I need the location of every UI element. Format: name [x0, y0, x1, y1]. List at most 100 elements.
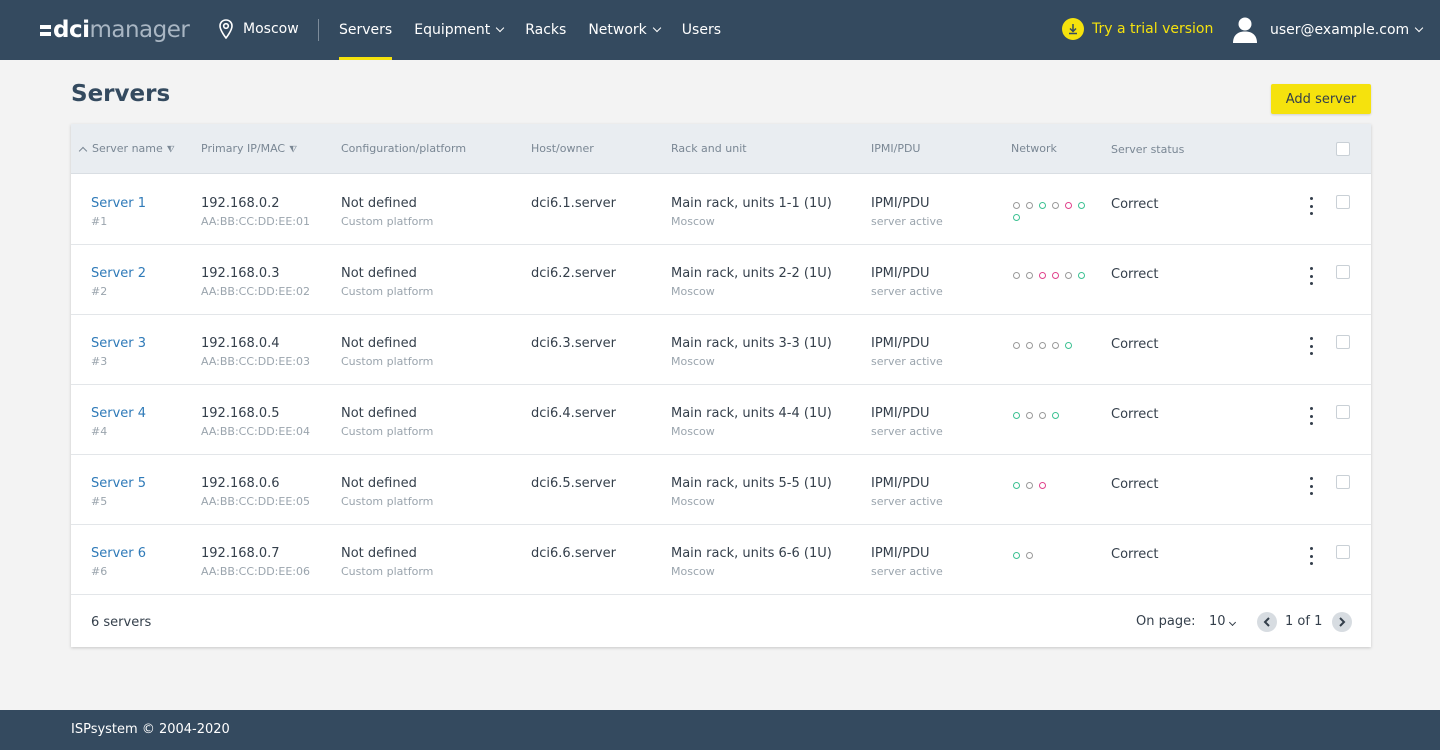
table-row[interactable]: Server 4 #4 192.168.0.5 AA:BB:CC:DD:EE:04 No…: [71, 385, 1371, 455]
server-name-link[interactable]: Server 5: [91, 475, 146, 493]
select-all-checkbox[interactable]: [1336, 142, 1350, 156]
column-host[interactable]: Host/owner: [531, 142, 594, 155]
row-menu-icon[interactable]: [1308, 337, 1314, 355]
ip-address: 192.168.0.4: [201, 336, 280, 351]
port-status-icon[interactable]: [1052, 272, 1059, 279]
table-row[interactable]: Server 6 #6 192.168.0.7 AA:BB:CC:DD:EE:06 No…: [71, 525, 1371, 595]
column-server-name[interactable]: Server name ⧨: [78, 142, 175, 156]
user-menu[interactable]: user@example.com: [1232, 16, 1424, 43]
add-server-button[interactable]: Add server: [1271, 84, 1371, 114]
user-avatar-icon: [1233, 17, 1257, 43]
column-rack[interactable]: Rack and unit: [671, 142, 747, 155]
server-status: Correct: [1111, 407, 1159, 422]
port-status-icon[interactable]: [1065, 342, 1072, 349]
port-status-icon[interactable]: [1013, 412, 1020, 419]
nav-users[interactable]: Users: [682, 0, 721, 60]
ip-address: 192.168.0.7: [201, 546, 280, 561]
trial-link[interactable]: Try a trial version: [1062, 18, 1213, 40]
port-status-icon[interactable]: [1052, 412, 1059, 419]
filter-icon[interactable]: ⧨: [167, 145, 175, 155]
port-status-icon[interactable]: [1065, 272, 1072, 279]
port-status-icon[interactable]: [1026, 412, 1033, 419]
port-status-icon[interactable]: [1052, 342, 1059, 349]
column-status[interactable]: Server status: [1111, 143, 1184, 156]
nav-racks[interactable]: Racks: [525, 0, 566, 60]
server-status: Correct: [1111, 547, 1159, 562]
port-status-icon[interactable]: [1026, 482, 1033, 489]
server-name-link[interactable]: Server 2: [91, 265, 146, 283]
platform: Custom platform: [341, 425, 434, 438]
row-checkbox[interactable]: [1336, 405, 1350, 419]
prev-page-button[interactable]: [1257, 612, 1277, 632]
nav-servers[interactable]: Servers: [339, 0, 393, 60]
port-status-icon[interactable]: [1039, 272, 1046, 279]
nav-equipment[interactable]: Equipment: [414, 0, 505, 60]
row-menu-icon[interactable]: [1308, 407, 1314, 425]
row-checkbox[interactable]: [1336, 545, 1350, 559]
config-cell: Not defined Custom platform: [341, 405, 433, 439]
port-status-icon[interactable]: [1039, 202, 1046, 209]
port-status-icon[interactable]: [1026, 552, 1033, 559]
port-status-icon[interactable]: [1039, 342, 1046, 349]
status-cell: Correct: [1111, 196, 1158, 214]
port-status-icon[interactable]: [1039, 412, 1046, 419]
row-checkbox[interactable]: [1336, 335, 1350, 349]
row-menu-icon[interactable]: [1308, 197, 1314, 215]
server-id: #5: [91, 495, 108, 508]
row-menu-icon[interactable]: [1308, 477, 1314, 495]
row-checkbox[interactable]: [1336, 195, 1350, 209]
table-row[interactable]: Server 3 #3 192.168.0.4 AA:BB:CC:DD:EE:03 No…: [71, 315, 1371, 385]
row-menu-icon[interactable]: [1308, 267, 1314, 285]
per-page-select[interactable]: 10: [1209, 614, 1236, 629]
table-row[interactable]: Server 1 #1 192.168.0.2 AA:BB:CC:DD:EE:01 No…: [71, 175, 1371, 245]
port-status-icon[interactable]: [1026, 202, 1033, 209]
server-name-link[interactable]: Server 3: [91, 335, 146, 353]
nav-network[interactable]: Network: [588, 0, 662, 60]
port-status-icon[interactable]: [1026, 272, 1033, 279]
port-status-icon[interactable]: [1026, 342, 1033, 349]
network-ports: [1013, 482, 1093, 489]
row-checkbox[interactable]: [1336, 475, 1350, 489]
ip-cell: 192.168.0.4 AA:BB:CC:DD:EE:03: [201, 335, 310, 369]
row-checkbox[interactable]: [1336, 265, 1350, 279]
table-footer: 6 servers On page: 10 1 of 1: [71, 596, 1371, 647]
port-status-icon[interactable]: [1065, 202, 1072, 209]
host-name: dci6.6.server: [531, 546, 616, 561]
column-ipmi[interactable]: IPMI/PDU: [871, 142, 920, 155]
config-cell: Not defined Custom platform: [341, 195, 433, 229]
status-cell: Correct: [1111, 476, 1158, 494]
port-status-icon[interactable]: [1039, 482, 1046, 489]
ipmi-label: IPMI/PDU: [871, 546, 930, 561]
network-ports: [1013, 202, 1093, 221]
column-configuration[interactable]: Configuration/platform: [341, 142, 466, 155]
host-name: dci6.3.server: [531, 336, 616, 351]
logo[interactable]: dci manager: [40, 17, 190, 43]
table-row[interactable]: Server 5 #5 192.168.0.6 AA:BB:CC:DD:EE:05 No…: [71, 455, 1371, 525]
host-name: dci6.2.server: [531, 266, 616, 281]
port-status-icon[interactable]: [1013, 482, 1020, 489]
chevron-down-icon: [1228, 618, 1236, 627]
column-primary-ip[interactable]: Primary IP/MAC ⧨: [201, 142, 297, 155]
table-row[interactable]: Server 2 #2 192.168.0.3 AA:BB:CC:DD:EE:02 No…: [71, 245, 1371, 315]
port-status-icon[interactable]: [1013, 202, 1020, 209]
port-status-icon[interactable]: [1052, 202, 1059, 209]
filter-icon[interactable]: ⧨: [289, 145, 297, 155]
server-name-link[interactable]: Server 1: [91, 195, 146, 213]
ipmi-state: server active: [871, 565, 943, 578]
config-cell: Not defined Custom platform: [341, 335, 433, 369]
server-name-link[interactable]: Server 6: [91, 545, 146, 563]
port-status-icon[interactable]: [1013, 214, 1020, 221]
row-menu-icon[interactable]: [1308, 547, 1314, 565]
port-status-icon[interactable]: [1013, 552, 1020, 559]
rack-cell: Main rack, units 3-3 (1U) Moscow: [671, 335, 832, 369]
port-status-icon[interactable]: [1013, 272, 1020, 279]
column-network[interactable]: Network: [1011, 142, 1057, 155]
port-status-icon[interactable]: [1078, 272, 1085, 279]
logo-bars-icon: [40, 24, 51, 36]
server-name-link[interactable]: Server 4: [91, 405, 146, 423]
port-status-icon[interactable]: [1078, 202, 1085, 209]
port-status-icon[interactable]: [1013, 342, 1020, 349]
configuration: Not defined: [341, 196, 417, 211]
next-page-button[interactable]: [1332, 612, 1352, 632]
location-selector[interactable]: Moscow: [219, 19, 299, 39]
